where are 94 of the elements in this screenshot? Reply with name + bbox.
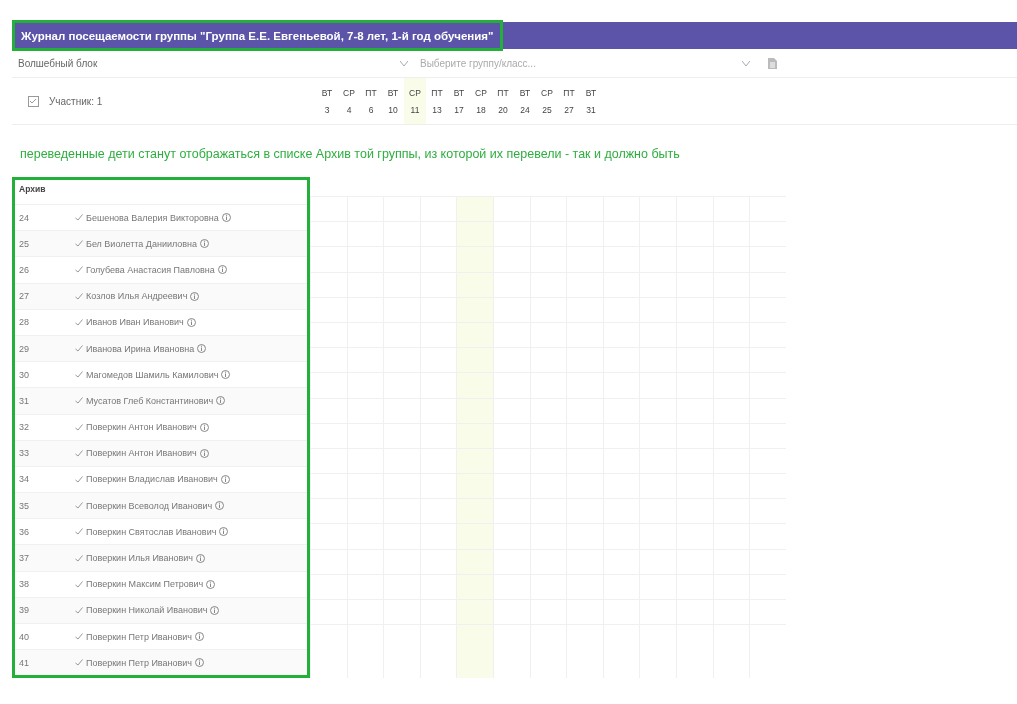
info-icon[interactable] <box>200 239 210 249</box>
student-name: Поверкин Петр Иванович <box>86 657 193 668</box>
student-name: Козлов Илья Андреевич <box>86 291 188 302</box>
row-number: 28 <box>18 317 30 328</box>
check-icon <box>75 214 83 222</box>
check-icon <box>75 633 83 641</box>
check-icon <box>75 397 83 405</box>
student-name: Поверкин Святослав Иванович <box>86 526 217 537</box>
row-number: 32 <box>18 422 30 433</box>
check-icon <box>75 449 83 457</box>
day-column-header[interactable]: ВТ 24 <box>514 78 536 124</box>
check-icon <box>75 502 83 510</box>
student-name: Поверкин Петр Иванович <box>86 631 193 642</box>
journal-title: Журнал посещаемости группы "Группа Е.Е. Евгеньевой, 7-8 лет, 1-й год обучения" <box>12 20 503 51</box>
day-column-header[interactable]: ПТ 6 <box>360 78 382 124</box>
archive-title: Архив <box>18 183 47 196</box>
row-number: 26 <box>18 264 30 275</box>
student-name: Поверкин Антон Иванович <box>86 448 197 459</box>
day-column-header[interactable]: ПТ 27 <box>558 78 580 124</box>
student-name: Поверкин Илья Иванович <box>86 553 193 564</box>
day-column-header[interactable]: ВТ 10 <box>382 78 404 124</box>
check-icon <box>75 240 83 248</box>
student-name: Мусатов Глеб Константинович <box>86 395 214 406</box>
day-column-header[interactable]: ВТ 17 <box>448 78 470 124</box>
check-icon <box>75 292 83 300</box>
check-icon <box>75 528 83 536</box>
check-icon <box>75 606 83 614</box>
check-icon <box>75 580 83 588</box>
day-column-header[interactable]: СР 11 <box>404 78 426 124</box>
row-number: 29 <box>18 343 30 354</box>
checklist-icon[interactable] <box>28 95 39 107</box>
row-number: 31 <box>18 395 30 406</box>
student-name: Магомедов Шамиль Камилович <box>86 369 219 380</box>
student-name: Бел Виолетта Данииловна <box>86 238 198 249</box>
student-name: Бешенова Валерия Викторовна <box>86 212 219 223</box>
program-select[interactable]: Волшебный блок <box>12 49 414 77</box>
info-icon[interactable] <box>216 396 226 406</box>
info-icon[interactable] <box>195 632 205 642</box>
chevron-down-icon <box>742 60 750 66</box>
day-column-header[interactable]: СР 4 <box>338 78 360 124</box>
info-icon[interactable] <box>186 317 196 327</box>
annotation-note: переведенные дети станут отображаться в списке Архив той группы, из которой их перевели - так и должно быть <box>19 146 681 163</box>
check-icon <box>75 371 83 379</box>
check-icon <box>75 318 83 326</box>
info-icon[interactable] <box>190 291 200 301</box>
info-icon[interactable] <box>219 527 229 537</box>
row-number: 35 <box>18 500 30 511</box>
row-number: 38 <box>18 579 30 590</box>
row-number: 36 <box>18 526 30 537</box>
chevron-down-icon <box>400 60 408 66</box>
row-number: 39 <box>18 605 30 616</box>
student-name: Иванов Иван Иванович <box>86 317 184 328</box>
info-icon[interactable] <box>195 658 205 668</box>
day-column-header[interactable]: СР 25 <box>536 78 558 124</box>
info-icon[interactable] <box>210 605 220 615</box>
row-number: 40 <box>18 631 30 642</box>
check-icon <box>75 659 83 667</box>
info-icon[interactable] <box>196 553 205 563</box>
day-column-header[interactable]: ПТ 20 <box>492 78 514 124</box>
row-number: 27 <box>18 291 30 302</box>
info-icon[interactable] <box>217 265 227 275</box>
info-icon[interactable] <box>206 579 216 589</box>
day-column-header[interactable]: СР 18 <box>470 78 492 124</box>
day-column-header[interactable]: ВТ 31 <box>580 78 602 124</box>
row-number: 33 <box>18 448 30 459</box>
check-icon <box>75 423 83 431</box>
row-number: 25 <box>18 238 30 249</box>
check-icon <box>75 345 83 353</box>
student-name: Иванова Ирина Ивановна <box>86 343 195 354</box>
info-icon[interactable] <box>215 501 225 511</box>
student-name: Голубева Анастасия Павловна <box>86 264 215 275</box>
row-number: 41 <box>18 657 30 668</box>
row-number: 30 <box>18 369 30 380</box>
student-name: Поверкин Всеволод Иванович <box>86 500 213 511</box>
student-name: Поверкин Антон Иванович <box>86 422 197 433</box>
participant-count: Участник: 1 <box>49 95 103 107</box>
student-name: Поверкин Владислав Иванович <box>86 474 218 485</box>
info-icon[interactable] <box>221 213 231 223</box>
info-icon[interactable] <box>199 448 209 458</box>
info-icon[interactable] <box>220 474 230 484</box>
info-icon[interactable] <box>199 422 209 432</box>
student-name: Поверкин Николай Иванович <box>86 605 208 616</box>
check-icon <box>75 554 83 562</box>
row-number: 24 <box>18 212 30 223</box>
day-column-header[interactable]: ПТ 13 <box>426 78 448 124</box>
document-icon[interactable] <box>768 57 777 69</box>
row-number: 37 <box>18 553 30 564</box>
row-number: 34 <box>18 474 30 485</box>
student-name: Поверкин Максим Петрович <box>86 579 204 590</box>
info-icon[interactable] <box>197 344 207 354</box>
check-icon <box>75 475 83 483</box>
check-icon <box>75 266 83 274</box>
day-column-header[interactable]: ВТ 3 <box>316 78 338 124</box>
info-icon[interactable] <box>221 370 231 380</box>
